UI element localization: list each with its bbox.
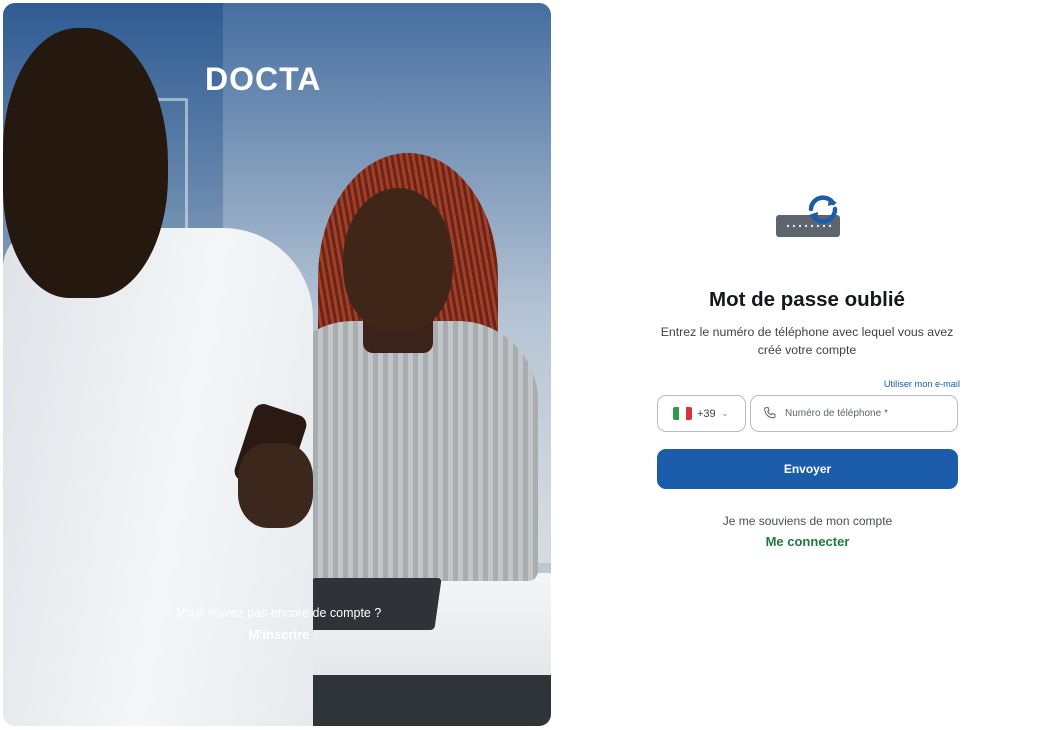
italy-flag-icon: [673, 407, 692, 420]
phone-field[interactable]: [750, 395, 958, 432]
use-email-link[interactable]: Utiliser mon e-mail: [860, 379, 960, 389]
forgot-password-page: DOCTA Vous n'avez pas encore de compte ?…: [0, 0, 1040, 730]
country-dial-code: +39: [697, 407, 716, 420]
login-link[interactable]: Me connecter: [657, 534, 958, 549]
signup-link[interactable]: M'inscrire: [3, 627, 551, 642]
page-title: Mot de passe oublié: [709, 288, 905, 311]
password-reset-icon: [776, 195, 840, 237]
no-account-text: Vous n'avez pas encore de compte ?: [176, 606, 382, 620]
hero-doctor-head: [3, 28, 168, 298]
phone-input[interactable]: [785, 408, 945, 419]
country-code-select[interactable]: +39 ⌄: [657, 395, 746, 432]
page-subtitle: Entrez le numéro de téléphone avec leque…: [660, 325, 954, 357]
remember-account-text: Je me souviens de mon compte: [722, 514, 893, 528]
phone-icon: [764, 407, 776, 419]
send-button[interactable]: Envoyer: [657, 449, 958, 489]
hero-patient-head: [343, 188, 453, 333]
logo-text: DOCTA: [205, 61, 321, 97]
hero-doctor-hand: [238, 443, 313, 528]
hero-keyboard: [304, 578, 442, 630]
hero-image-panel: DOCTA Vous n'avez pas encore de compte ?…: [3, 3, 551, 726]
docta-logo: DOCTA: [205, 61, 321, 97]
chevron-down-icon: ⌄: [721, 409, 729, 418]
